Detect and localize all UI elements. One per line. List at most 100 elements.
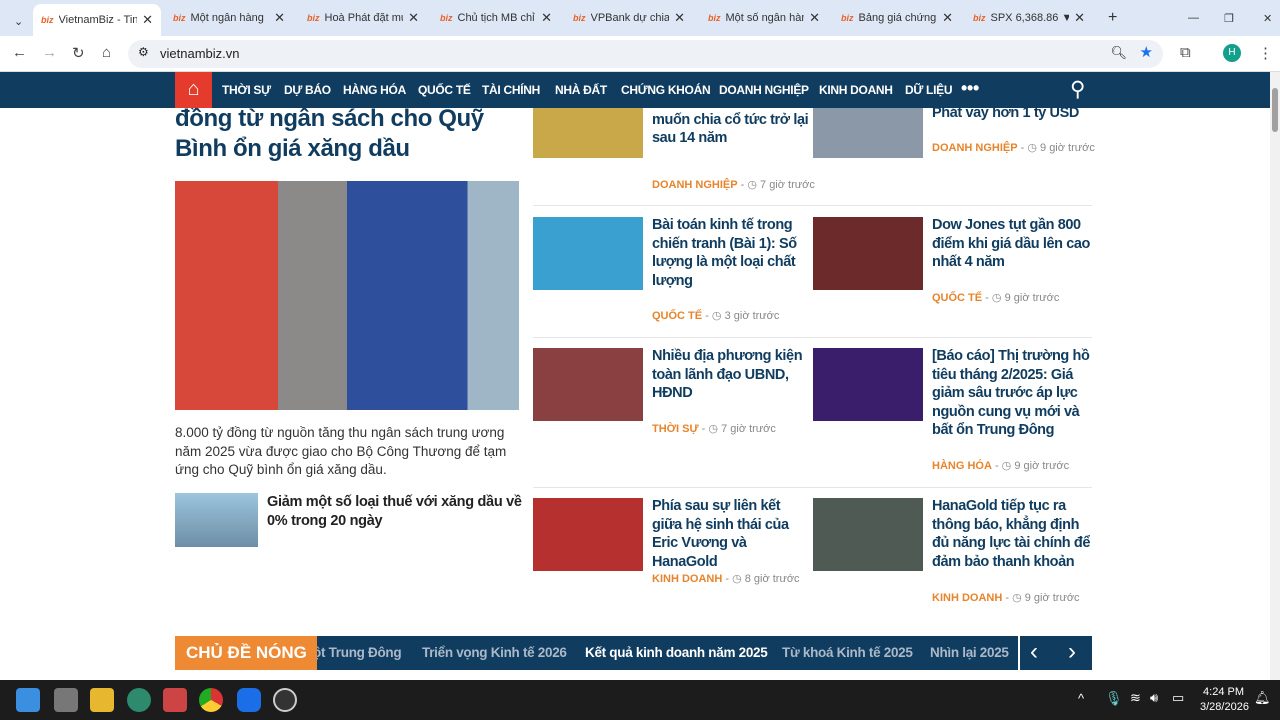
related-image[interactable] (175, 493, 258, 547)
wifi-icon[interactable]: ≋ (1130, 690, 1141, 706)
article-image[interactable] (533, 348, 643, 421)
forward-icon[interactable]: → (42, 44, 57, 61)
back-icon[interactable]: ← (12, 44, 27, 61)
lead-image[interactable] (175, 181, 519, 410)
article-category[interactable]: DOANH NGHIỆP (652, 179, 738, 191)
clock-icon: ◷ (732, 573, 742, 585)
browser-tab[interactable]: biz Chủ tịch MB chỉ ✕ (432, 5, 560, 31)
article-title[interactable]: [Báo cáo] Thị trường hồ tiêu tháng 2/202… (932, 347, 1092, 440)
url-bar[interactable]: vietnambiz.vn ⚙ 🔍︎ ★ (128, 40, 1163, 68)
battery-icon[interactable]: ▭ (1172, 690, 1184, 706)
close-tab-icon[interactable]: ✕ (541, 10, 552, 26)
hot-topic-item[interactable]: Kết quả kinh doanh năm 2025 (585, 645, 768, 660)
address-toolbar: ← → ↻ ⌂ vietnambiz.vn ⚙ 🔍︎ ★ ⧉ H ⋮ (0, 36, 1280, 72)
article-image[interactable] (813, 348, 923, 421)
nav-item[interactable]: HÀNG HÓA (343, 83, 406, 97)
article-title[interactable]: Nhiều địa phương kiện toàn lãnh đạo UBND… (652, 347, 812, 403)
article-image[interactable] (813, 108, 923, 158)
article-title[interactable]: Dow Jones tụt gần 800 điểm khi giá dầu l… (932, 216, 1092, 272)
browser-tab[interactable]: biz SPX 6,368.86 ▼ ✕ (965, 5, 1093, 31)
article-category[interactable]: KINH DOANH (652, 573, 722, 585)
nav-item[interactable]: NHÀ ĐẤT (555, 83, 607, 97)
home-icon[interactable]: ⌂ (102, 44, 111, 61)
article-category[interactable]: QUỐC TẾ (932, 292, 982, 304)
snipping-tool-icon[interactable] (163, 688, 187, 712)
site-info-icon[interactable]: ⚙ (138, 45, 149, 59)
browser-tab[interactable]: biz Một ngân hàng ✕ (165, 5, 293, 31)
nav-item[interactable]: CHỨNG KHOÁN (621, 83, 711, 97)
article-image[interactable] (533, 108, 643, 158)
home-button[interactable]: ⌂ (175, 72, 212, 108)
zalo-icon[interactable] (237, 688, 261, 712)
nav-item[interactable]: THỜI SỰ (222, 83, 271, 97)
article-title[interactable]: HanaGold tiếp tục ra thông báo, khẳng đị… (932, 497, 1092, 571)
file-explorer-icon[interactable] (90, 688, 114, 712)
chrome-icon[interactable] (199, 688, 223, 712)
profile-avatar[interactable]: H (1223, 44, 1241, 62)
edge-icon[interactable] (127, 688, 151, 712)
hot-topic-item[interactable]: Nhìn lại 2025 (930, 645, 1009, 660)
search-icon[interactable]: ⚲ (1070, 77, 1085, 102)
nav-item[interactable]: DỮ LIỆU (905, 83, 953, 97)
hot-topic-item[interactable]: Triển vọng Kinh tế 2026 (422, 645, 567, 660)
article-title[interactable]: Phía sau sự liên kết giữa hệ sinh thái c… (652, 497, 812, 571)
nav-item[interactable]: QUỐC TẾ (418, 83, 471, 97)
browser-tab[interactable]: biz VietnamBiz - Tin ✕ (33, 4, 161, 36)
browser-tab[interactable]: biz Bảng giá chứng ✕ (833, 5, 961, 31)
article-image[interactable] (533, 217, 643, 290)
bookmark-star-icon[interactable]: ★ (1140, 43, 1153, 61)
obs-icon[interactable] (273, 688, 297, 712)
close-tab-icon[interactable]: ✕ (408, 10, 419, 26)
prev-arrow-icon[interactable]: ‹ (1030, 636, 1038, 668)
maximize-icon[interactable]: ❐ (1216, 5, 1242, 31)
mic-icon[interactable]: 🎙︎ (1105, 690, 1123, 707)
hot-topic-item[interactable]: ột Trung Đông (313, 645, 402, 660)
tab-list-button[interactable]: ⌄ (6, 8, 31, 34)
browser-tab[interactable]: biz Hoà Phát đặt mục ✕ (299, 5, 427, 31)
scrollbar[interactable] (1270, 72, 1280, 680)
minimize-icon[interactable]: — (1180, 5, 1207, 31)
new-tab-button[interactable]: + (1100, 5, 1125, 31)
article-category[interactable]: QUỐC TẾ (652, 310, 702, 322)
close-tab-icon[interactable]: ✕ (142, 12, 153, 28)
article-category[interactable]: KINH DOANH (932, 592, 1002, 604)
nav-item[interactable]: DOANH NGHIỆP (719, 83, 809, 97)
close-tab-icon[interactable]: ✕ (674, 10, 685, 26)
scrollbar-thumb[interactable] (1272, 88, 1278, 132)
notification-icon[interactable]: 🔔︎ (1254, 690, 1271, 706)
article-image[interactable] (813, 217, 923, 290)
nav-item[interactable]: KINH DOANH (819, 83, 893, 97)
divider (533, 337, 1092, 338)
article-category[interactable]: THỜI SỰ (652, 423, 699, 435)
nav-item[interactable]: TÀI CHÍNH (482, 83, 540, 97)
tray-chevron-icon[interactable]: ^ (1078, 691, 1084, 706)
article-image[interactable] (813, 498, 923, 571)
article-title[interactable]: Bài toán kinh tế trong chiến tranh (Bài … (652, 216, 812, 290)
zoom-icon[interactable]: 🔍︎ (1110, 45, 1127, 61)
reload-icon[interactable]: ↻ (72, 44, 85, 62)
browser-tab[interactable]: biz Một số ngân hàng ✕ (700, 5, 828, 31)
browser-tab[interactable]: biz VPBank dự chia ✕ (565, 5, 693, 31)
article-meta: DOANH NGHIỆP - ◷ 9 giờ trước (932, 142, 1095, 154)
close-window-icon[interactable]: ✕ (1255, 5, 1280, 31)
task-view-icon[interactable] (54, 688, 78, 712)
article-category[interactable]: HÀNG HÓA (932, 460, 992, 472)
hot-topic-item[interactable]: Từ khoá Kinh tế 2025 (782, 645, 913, 660)
nav-item[interactable]: DỰ BÁO (284, 83, 331, 97)
close-tab-icon[interactable]: ✕ (809, 10, 820, 26)
article-image[interactable] (533, 498, 643, 571)
lead-title[interactable]: đồng từ ngân sách cho Quỹ Bình ổn giá xă… (175, 104, 525, 164)
next-arrow-icon[interactable]: › (1068, 636, 1076, 668)
volume-icon[interactable]: 🔊︎ (1150, 690, 1158, 706)
menu-icon[interactable]: ⋮ (1258, 44, 1273, 62)
start-icon[interactable] (16, 688, 40, 712)
clock[interactable]: 4:24 PM 3/28/2026 (1200, 685, 1249, 715)
article-time: 8 giờ trước (744, 573, 800, 585)
close-tab-icon[interactable]: ✕ (1074, 10, 1085, 26)
close-tab-icon[interactable]: ✕ (942, 10, 953, 26)
extensions-icon[interactable]: ⧉ (1180, 44, 1191, 61)
close-tab-icon[interactable]: ✕ (274, 10, 285, 26)
nav-more-icon[interactable]: ••• (961, 78, 979, 99)
article-category[interactable]: DOANH NGHIỆP (932, 142, 1018, 154)
related-title[interactable]: Giảm một số loại thuế với xăng dầu về 0%… (267, 493, 522, 530)
